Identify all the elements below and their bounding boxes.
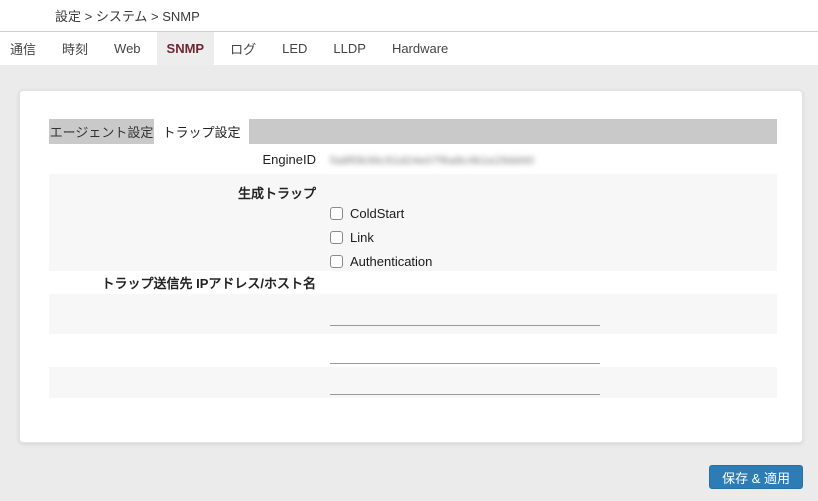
coldstart-checkbox[interactable] xyxy=(330,206,343,220)
tab-communication[interactable]: 通信 xyxy=(0,32,46,65)
coldstart-label: ColdStart xyxy=(350,205,405,221)
trap-destination-input-3[interactable] xyxy=(330,375,600,395)
engine-id-value-redacted: 5a8f0b36c91d24e07f6a8c4b1e29dd40 xyxy=(330,154,535,167)
engine-id-row: EngineID 5a8f0b36c91d24e07f6a8c4b1e29dd4… xyxy=(49,144,777,174)
breadcrumb-bar: 設定 > システム > SNMP xyxy=(0,0,818,32)
snmp-settings-panel: エージェント設定 トラップ設定 EngineID 5a8f0b36c91d24e… xyxy=(19,90,803,443)
tab-time[interactable]: 時刻 xyxy=(52,32,98,65)
engine-id-label: EngineID xyxy=(262,151,316,167)
authentication-label: Authentication xyxy=(350,253,433,269)
authentication-checkbox[interactable] xyxy=(330,254,343,268)
trap-destination-row-2 xyxy=(49,334,777,367)
tab-log[interactable]: ログ xyxy=(220,32,266,65)
trap-destination-input-2[interactable] xyxy=(330,344,600,364)
trap-destination-row-3 xyxy=(49,367,777,398)
subtab-agent-settings[interactable]: エージェント設定 xyxy=(49,119,154,144)
save-apply-button[interactable]: 保存 & 適用 xyxy=(709,465,803,489)
generated-traps-label: 生成トラップ xyxy=(237,186,316,201)
link-option: Link xyxy=(330,225,777,249)
trap-destination-input-1[interactable] xyxy=(330,306,600,326)
main-tab-bar: 通信 時刻 Web SNMP ログ LED LLDP Hardware xyxy=(0,32,818,65)
trap-destination-row-1 xyxy=(49,294,777,334)
tab-led[interactable]: LED xyxy=(272,32,317,65)
tab-snmp[interactable]: SNMP xyxy=(156,32,215,65)
coldstart-option: ColdStart xyxy=(330,201,777,225)
breadcrumb: 設定 > システム > SNMP xyxy=(55,9,200,24)
subtab-strip: エージェント設定 トラップ設定 xyxy=(49,119,777,144)
trap-settings-form: エージェント設定 トラップ設定 EngineID 5a8f0b36c91d24e… xyxy=(49,119,777,398)
snmp-settings-page: 設定 > システム > SNMP 通信 時刻 Web SNMP ログ LED L… xyxy=(0,0,818,501)
trap-destination-label-row: トラップ送信先 IPアドレス/ホスト名 xyxy=(49,271,777,294)
tab-hardware[interactable]: Hardware xyxy=(382,32,458,65)
tab-lldp[interactable]: LLDP xyxy=(323,32,376,65)
generated-traps-row: 生成トラップ ColdStart Link Authentication xyxy=(49,174,777,271)
trap-destination-label: トラップ送信先 IPアドレス/ホスト名 xyxy=(101,276,316,291)
link-checkbox[interactable] xyxy=(330,230,343,244)
tab-web[interactable]: Web xyxy=(104,32,151,65)
subtab-trap-settings[interactable]: トラップ設定 xyxy=(154,119,249,144)
authentication-option: Authentication xyxy=(330,249,777,273)
link-label: Link xyxy=(350,229,374,245)
